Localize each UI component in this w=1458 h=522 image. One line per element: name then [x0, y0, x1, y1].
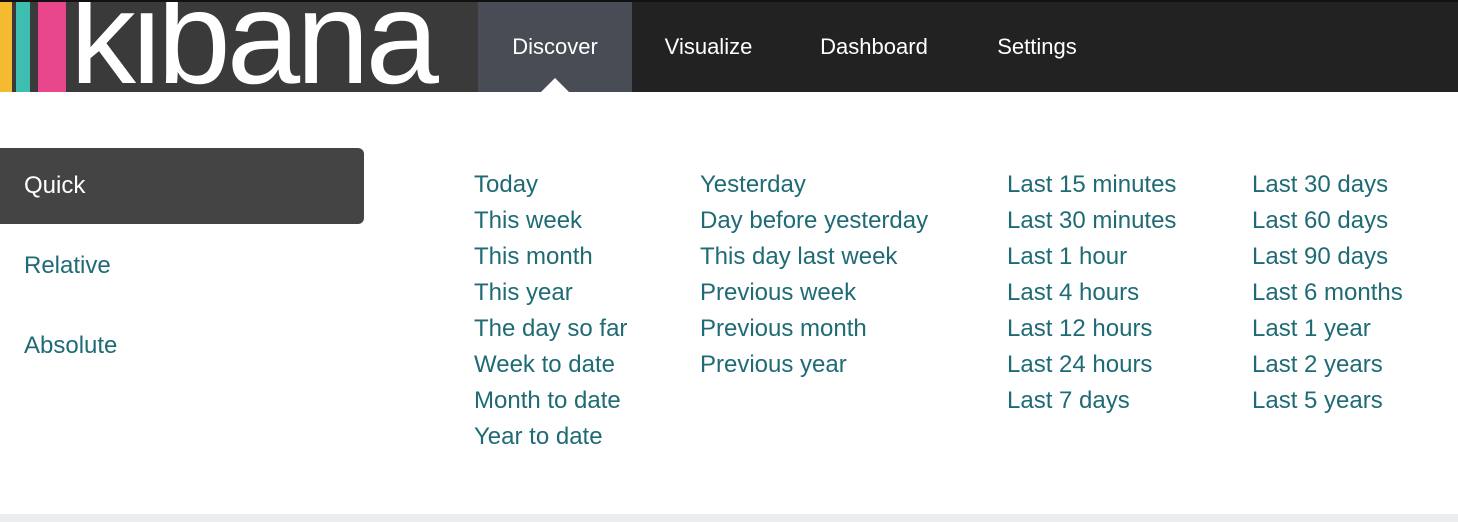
logo-stripe-yellow [0, 2, 12, 92]
top-navbar: kibana Discover Visualize Dashboard Sett… [0, 0, 1458, 92]
quick-option-previous-year[interactable]: Previous year [700, 347, 928, 383]
quick-option-month-to-date[interactable]: Month to date [474, 383, 627, 419]
quick-option-last-30-days[interactable]: Last 30 days [1252, 167, 1403, 203]
quick-option-last-24-hours[interactable]: Last 24 hours [1007, 347, 1176, 383]
logo-stripe-pink [38, 2, 66, 92]
footer-divider [0, 514, 1458, 522]
quick-option-last-4-hours[interactable]: Last 4 hours [1007, 275, 1176, 311]
quick-option-last-5-years[interactable]: Last 5 years [1252, 383, 1403, 419]
tab-relative[interactable]: Relative [0, 228, 364, 304]
quick-option-last-30-minutes[interactable]: Last 30 minutes [1007, 203, 1176, 239]
quick-option-this-year[interactable]: This year [474, 275, 627, 311]
quick-option-last-7-days[interactable]: Last 7 days [1007, 383, 1176, 419]
nav-visualize[interactable]: Visualize [632, 2, 785, 92]
quick-option-last-12-hours[interactable]: Last 12 hours [1007, 311, 1176, 347]
quick-option-year-to-date[interactable]: Year to date [474, 419, 627, 455]
quick-option-yesterday[interactable]: Yesterday [700, 167, 928, 203]
quick-option-last-90-days[interactable]: Last 90 days [1252, 239, 1403, 275]
kibana-logo[interactable]: kibana [0, 2, 478, 92]
quick-option-this-day-last-week[interactable]: This day last week [700, 239, 928, 275]
quick-option-last-15-minutes[interactable]: Last 15 minutes [1007, 167, 1176, 203]
tab-absolute[interactable]: Absolute [0, 308, 364, 384]
quick-option-last-60-days[interactable]: Last 60 days [1252, 203, 1403, 239]
logo-stripe-teal [16, 2, 30, 92]
quick-option-previous-month[interactable]: Previous month [700, 311, 928, 347]
quick-option-day-before-yesterday[interactable]: Day before yesterday [700, 203, 928, 239]
quick-column-last-long: Last 30 days Last 60 days Last 90 days L… [1252, 167, 1403, 419]
quick-option-last-1-hour[interactable]: Last 1 hour [1007, 239, 1176, 275]
quick-option-week-to-date[interactable]: Week to date [474, 347, 627, 383]
nav-dashboard[interactable]: Dashboard [785, 2, 963, 92]
quick-option-this-week[interactable]: This week [474, 203, 627, 239]
logo-text: kibana [70, 2, 439, 92]
quick-column-previous: Yesterday Day before yesterday This day … [700, 167, 928, 383]
tab-quick[interactable]: Quick [0, 148, 364, 224]
quick-column-last-short: Last 15 minutes Last 30 minutes Last 1 h… [1007, 167, 1176, 419]
quick-option-last-6-months[interactable]: Last 6 months [1252, 275, 1403, 311]
quick-option-last-2-years[interactable]: Last 2 years [1252, 347, 1403, 383]
quick-option-previous-week[interactable]: Previous week [700, 275, 928, 311]
active-nav-caret-icon [541, 78, 569, 92]
quick-option-today[interactable]: Today [474, 167, 627, 203]
quick-column-current: Today This week This month This year The… [474, 167, 627, 455]
quick-option-last-1-year[interactable]: Last 1 year [1252, 311, 1403, 347]
nav-settings[interactable]: Settings [963, 2, 1111, 92]
quick-option-day-so-far[interactable]: The day so far [474, 311, 627, 347]
quick-option-this-month[interactable]: This month [474, 239, 627, 275]
